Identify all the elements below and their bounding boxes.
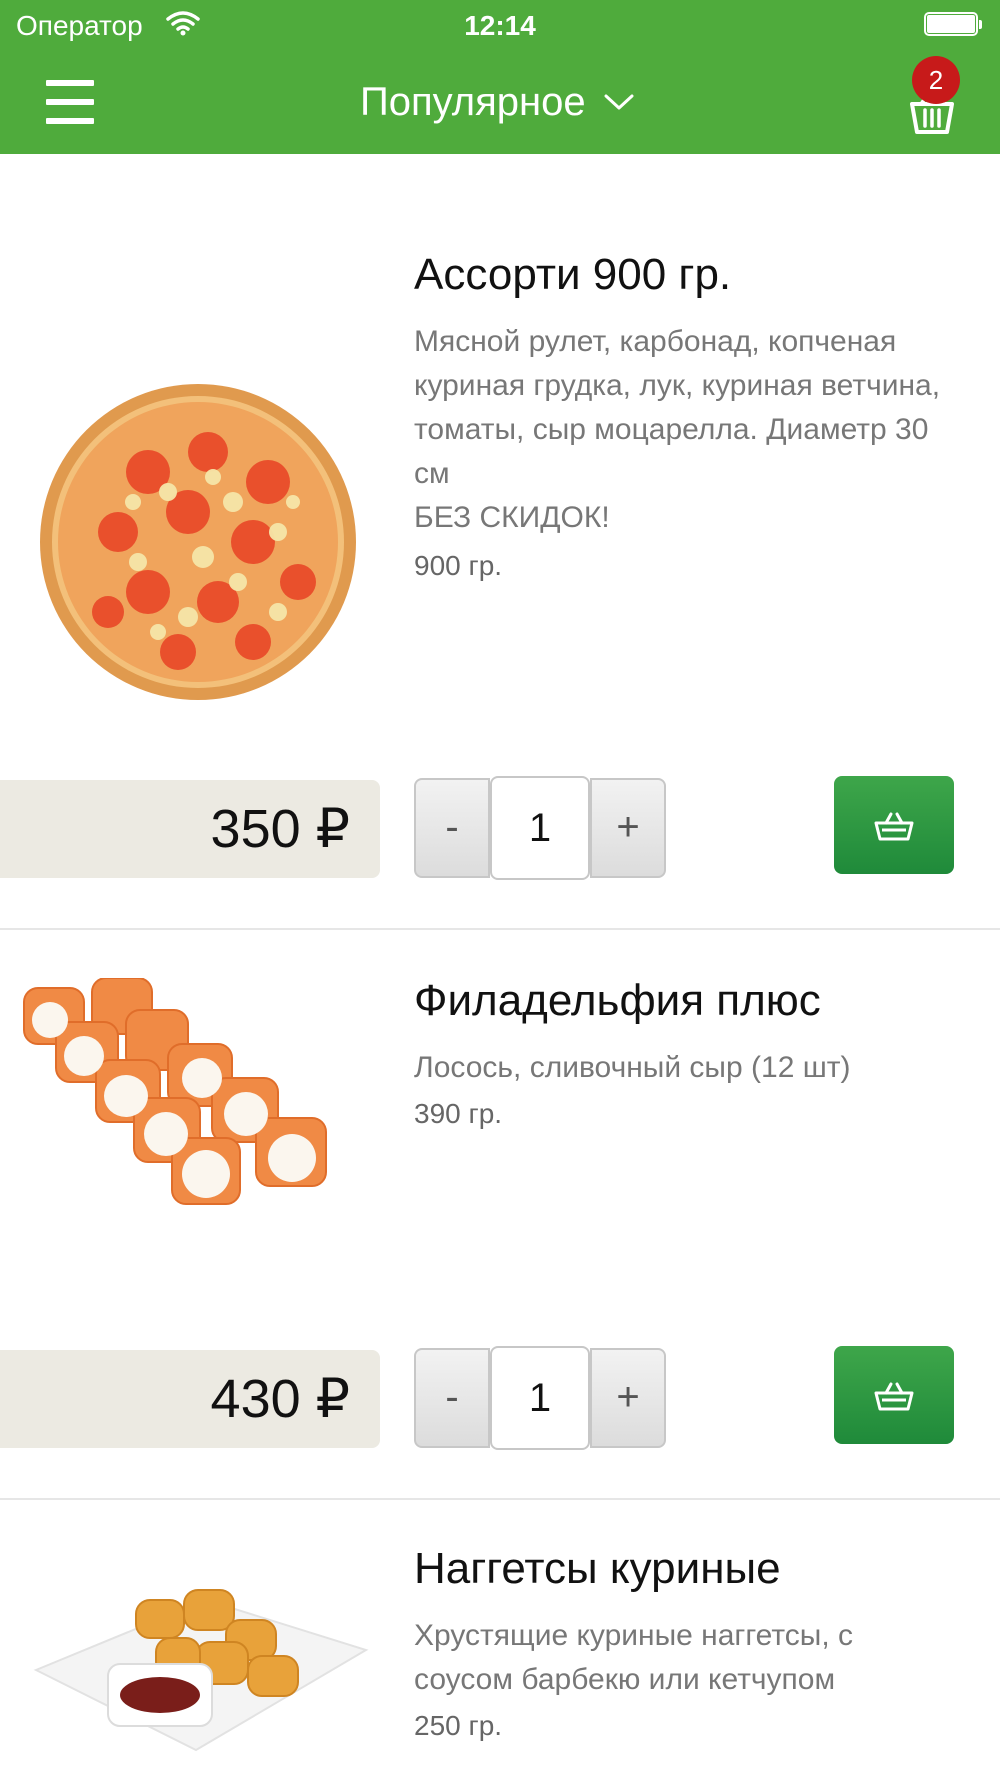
add-to-cart-button[interactable] <box>834 776 954 874</box>
decrease-quantity-button[interactable]: - <box>414 1348 490 1448</box>
product-name: Филадельфия плюс <box>414 976 821 1025</box>
top-bar: Оператор 12:14 Популярное 2 <box>0 0 1000 154</box>
status-bar: Оператор 12:14 <box>0 0 1000 50</box>
product-weight: 390 гр. <box>414 1098 503 1129</box>
decrease-quantity-button[interactable]: - <box>414 778 490 878</box>
clock: 12:14 <box>464 10 536 41</box>
cart-count-badge: 2 <box>912 56 960 104</box>
product-weight: 250 гр. <box>414 1710 503 1741</box>
increase-quantity-button[interactable]: + <box>590 1348 666 1448</box>
hamburger-menu-icon[interactable] <box>46 80 94 124</box>
sushi-rolls-image <box>23 978 327 1205</box>
product-card: Филадельфия плюс Лосось, сливочный сыр (… <box>0 930 1000 1498</box>
product-card: Наггетсы куриные Хрустящие куриные нагге… <box>0 1500 1000 1778</box>
category-dropdown[interactable]: Популярное <box>360 76 634 128</box>
product-price: 430 ₽ <box>0 1350 380 1448</box>
product-card: Ассорти 900 гр. Мясной рулет, карбонад, … <box>0 154 1000 928</box>
quantity-field[interactable]: 1 <box>490 1346 590 1450</box>
pizza-image <box>40 384 356 700</box>
add-to-cart-button[interactable] <box>834 1346 954 1444</box>
increase-quantity-button[interactable]: + <box>590 778 666 878</box>
product-description: Мясной рулет, карбонад, копченая куриная… <box>414 325 941 534</box>
quantity-field[interactable]: 1 <box>490 776 590 880</box>
product-price: 350 ₽ <box>0 780 380 878</box>
basket-icon <box>874 1382 914 1411</box>
page-title: Популярное <box>360 79 586 124</box>
chevron-down-icon <box>604 94 634 110</box>
product-description: Хрустящие куриные наггетсы, с соусом бар… <box>414 1619 853 1696</box>
product-name: Наггетсы куриные <box>414 1544 781 1593</box>
battery-icon <box>924 12 982 38</box>
chicken-nuggets-image <box>33 1589 369 1752</box>
app-screen: Оператор 12:14 Популярное 2 Ассорти 900 … <box>0 0 1000 1778</box>
product-name: Ассорти 900 гр. <box>414 250 732 299</box>
quantity-stepper: - 1 + <box>414 1346 666 1450</box>
product-description: Лосось, сливочный сыр (12 шт) <box>414 1051 851 1084</box>
cart-button[interactable]: 2 <box>902 56 966 136</box>
quantity-stepper: - 1 + <box>414 776 666 880</box>
product-weight: 900 гр. <box>414 550 503 581</box>
basket-icon <box>874 812 914 841</box>
